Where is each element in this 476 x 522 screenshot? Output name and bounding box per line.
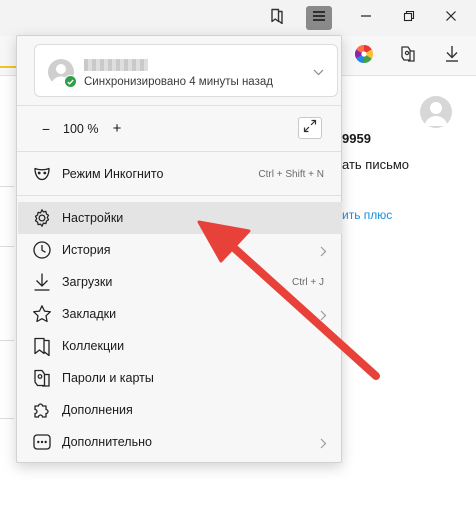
downloads-button[interactable]: [440, 44, 464, 68]
download-icon: [32, 272, 52, 292]
menu-item-label: Режим Инкогнито: [62, 167, 164, 181]
sync-card[interactable]: Синхронизировано 4 минуты назад: [34, 44, 338, 97]
more-dots-icon: [32, 432, 52, 452]
menu-item-label: Коллекции: [62, 339, 125, 353]
browser-main-menu: Синхронизировано 4 минуты назад − 100 % …: [16, 35, 342, 463]
collections-icon: [32, 336, 52, 356]
main-menu-button[interactable]: [306, 6, 332, 30]
key-card-icon: [32, 368, 52, 388]
menu-item-shortcut: Ctrl + Shift + N: [258, 168, 324, 180]
menu-item-settings[interactable]: Настройки: [18, 202, 342, 234]
minimize-button[interactable]: [353, 6, 379, 30]
history-clock-icon: [32, 240, 52, 260]
menu-item-label: Дополнительно: [62, 435, 152, 449]
bookmarks-panel-button[interactable]: [264, 6, 290, 30]
bookmarks-panel-icon: [270, 8, 284, 29]
incognito-mask-icon: [32, 164, 52, 184]
menu-item-label: Настройки: [62, 211, 124, 225]
user-avatar[interactable]: [420, 96, 452, 128]
download-icon: [444, 45, 460, 68]
page-edge-mark: [0, 340, 14, 341]
chevron-right-icon: [320, 308, 327, 326]
menu-item-more[interactable]: Дополнительно: [18, 426, 342, 458]
chevron-down-icon[interactable]: [313, 63, 324, 81]
zoom-level: 100 %: [63, 122, 99, 136]
menu-item-bookmarks[interactable]: Закладки: [18, 298, 342, 330]
menu-item-history[interactable]: История: [18, 234, 342, 266]
menu-item-collections[interactable]: Коллекции: [18, 330, 342, 362]
gear-icon: [32, 208, 52, 228]
menu-item-passwords[interactable]: Пароли и карты: [18, 362, 342, 394]
star-icon: [32, 304, 52, 324]
menu-item-label: Пароли и карты: [62, 371, 154, 385]
menu-item-label: Загрузки: [62, 275, 113, 289]
account-number-fragment: 9959: [342, 131, 371, 146]
menu-divider: [17, 105, 341, 106]
fullscreen-icon: [303, 119, 317, 138]
sync-check-icon: [64, 75, 77, 88]
passwords-icon: [399, 45, 417, 68]
menu-item-label: Закладки: [62, 307, 117, 321]
menu-item-downloads[interactable]: Загрузки Ctrl + J: [18, 266, 342, 298]
page-edge-mark: [0, 186, 14, 187]
menu-item-incognito[interactable]: Режим Инкогнито Ctrl + Shift + N: [18, 158, 342, 190]
chevron-right-icon: [320, 436, 327, 454]
menu-item-label: Дополнения: [62, 403, 133, 417]
menu-divider: [17, 151, 341, 152]
restore-icon: [403, 9, 415, 27]
menu-item-shortcut: Ctrl + J: [292, 276, 324, 288]
menu-item-label: История: [62, 243, 111, 257]
zoom-in-button[interactable]: +: [110, 120, 124, 137]
page-edge-mark: [0, 246, 14, 247]
close-icon: [445, 9, 457, 27]
title-bar: [0, 0, 476, 36]
passwords-button[interactable]: [396, 44, 420, 68]
restore-button[interactable]: [396, 6, 422, 30]
color-wheel-icon: [354, 44, 374, 68]
close-button[interactable]: [438, 6, 464, 30]
profile-name-blurred: [84, 59, 148, 71]
menu-item-extensions[interactable]: Дополнения: [18, 394, 342, 426]
chevron-right-icon: [320, 244, 327, 262]
puzzle-icon: [32, 400, 52, 420]
write-letter-fragment[interactable]: ать письмо: [342, 157, 409, 172]
page-edge-mark: [0, 418, 14, 419]
hamburger-menu-icon: [312, 9, 326, 27]
menu-divider: [17, 195, 341, 196]
plus-link-fragment[interactable]: ить плюс: [342, 208, 392, 222]
color-wheel-button[interactable]: [352, 44, 376, 68]
fullscreen-button[interactable]: [298, 117, 322, 139]
minimize-icon: [360, 9, 372, 27]
zoom-out-button[interactable]: −: [39, 121, 53, 137]
sync-status: Синхронизировано 4 минуты назад: [84, 76, 273, 88]
